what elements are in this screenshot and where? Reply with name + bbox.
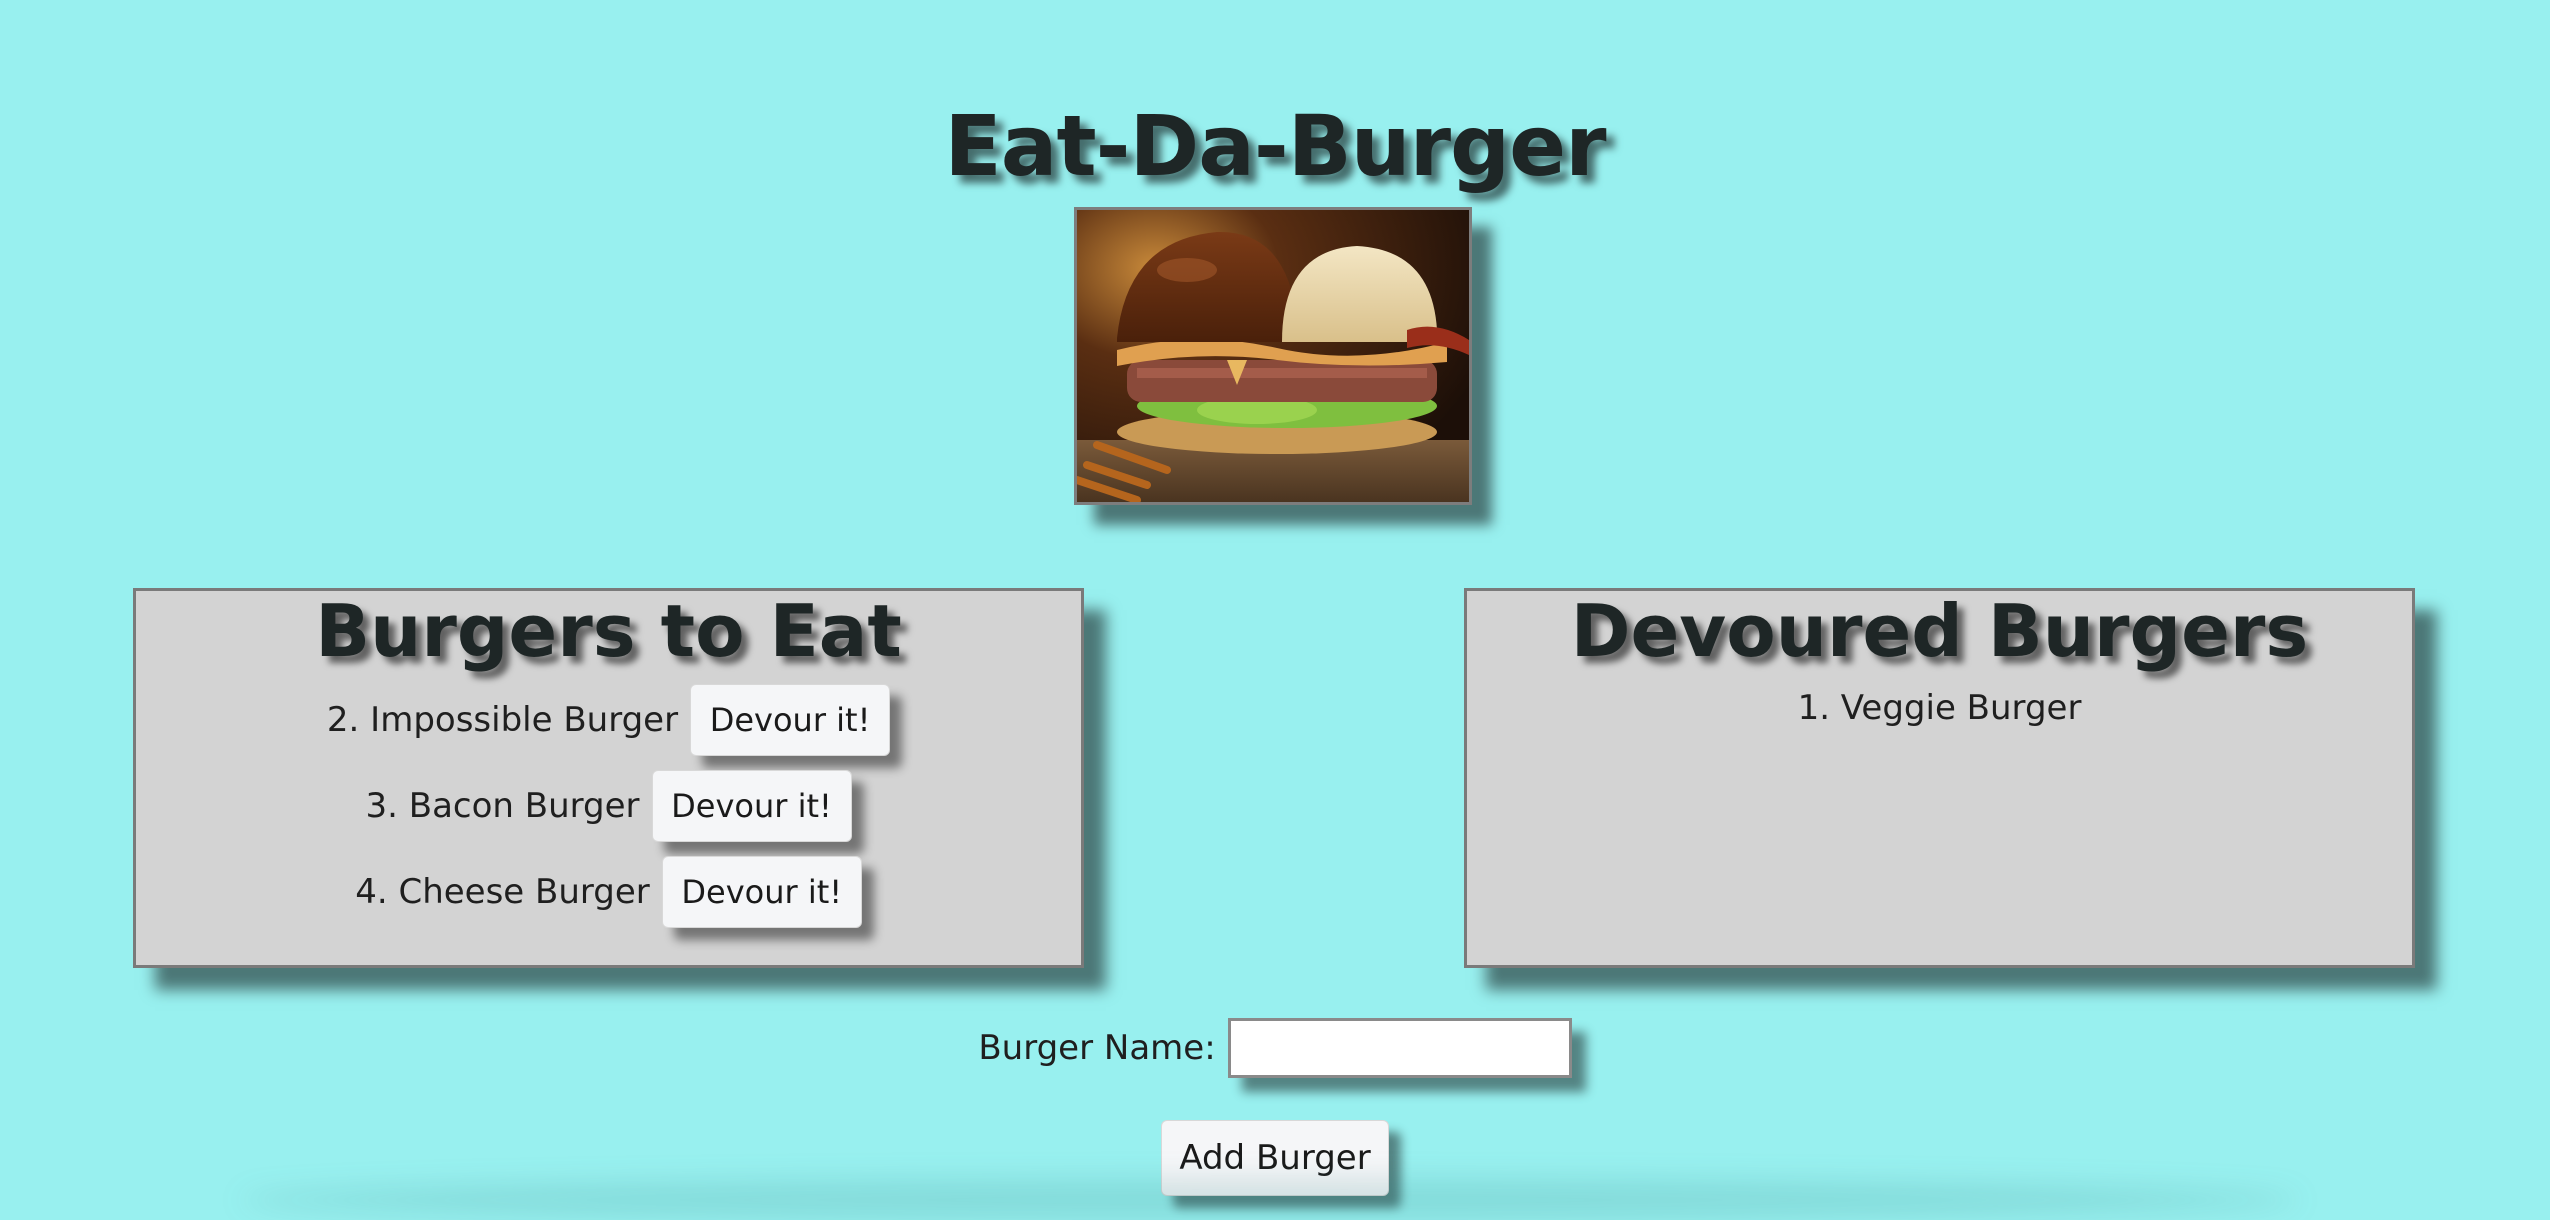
devoured-list-item: 1. Veggie Burger [1797, 688, 2082, 728]
devour-button[interactable]: Devour it! [661, 856, 862, 928]
devour-button[interactable]: Devour it! [690, 684, 891, 756]
burger-image [1074, 207, 1472, 505]
burger-label: 3. Bacon Burger [365, 786, 640, 826]
list-item: 2. Impossible Burger Devour it! [136, 677, 1081, 763]
burger-label: 4. Cheese Burger [355, 872, 650, 912]
list-item: 4. Cheese Burger Devour it! [136, 849, 1081, 935]
add-burger-form: Burger Name: [0, 1018, 2550, 1078]
burgers-to-eat-list: 2. Impossible Burger Devour it! 3. Bacon… [136, 677, 1081, 935]
burgers-to-eat-panel: Burgers to Eat 2. Impossible Burger Devo… [133, 588, 1084, 968]
page-title: Eat-Da-Burger [944, 97, 1606, 196]
burgers-to-eat-heading: Burgers to Eat [315, 589, 902, 673]
list-item: 3. Bacon Burger Devour it! [136, 763, 1081, 849]
burger-name-label: Burger Name: [978, 1028, 1216, 1068]
devoured-burgers-heading: Devoured Burgers [1570, 589, 2309, 673]
devour-button[interactable]: Devour it! [651, 770, 852, 842]
devoured-burgers-panel: Devoured Burgers 1. Veggie Burger [1464, 588, 2415, 968]
burger-name-input[interactable] [1227, 1018, 1572, 1078]
footer-shadow [240, 1180, 2300, 1220]
burger-label: 2. Impossible Burger [326, 700, 679, 740]
burger-photo-icon [1077, 210, 1469, 502]
